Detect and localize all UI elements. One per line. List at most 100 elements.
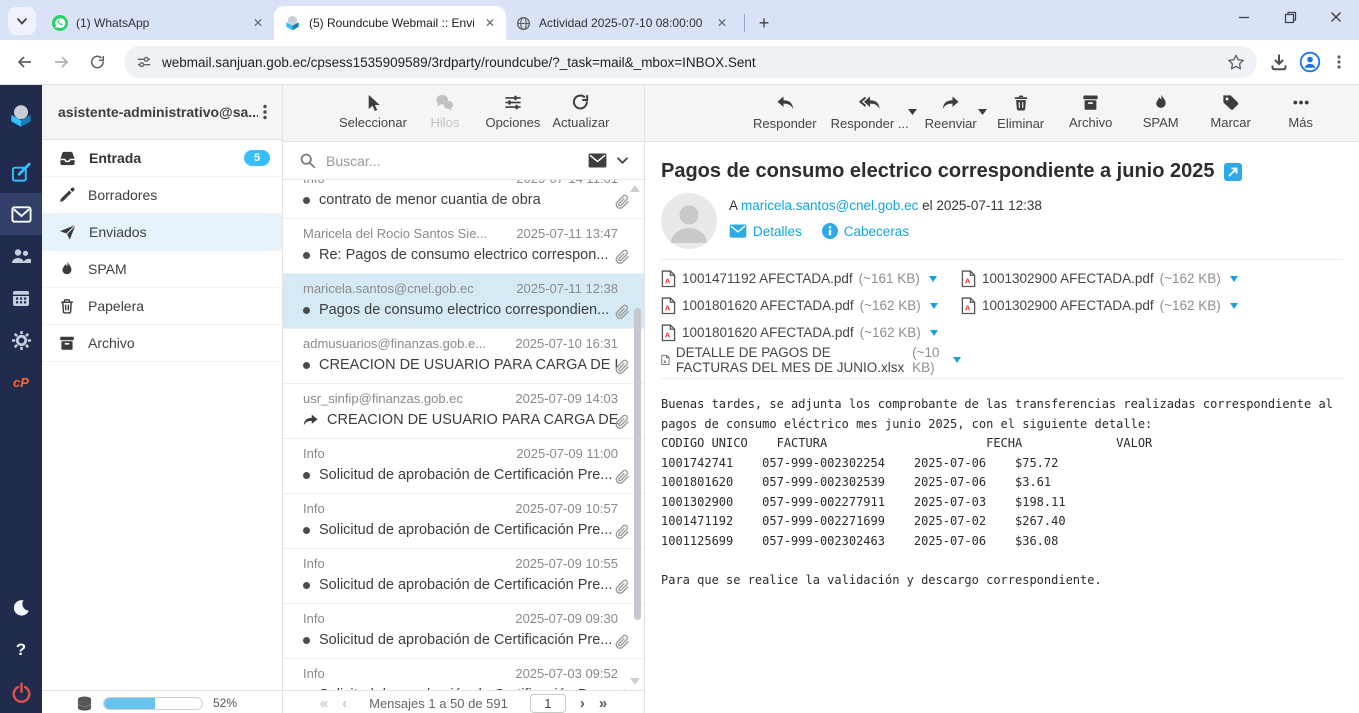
tab-roundcube[interactable]: (5) Roundcube Webmail :: Envia ✕ <box>274 6 506 40</box>
message-row[interactable]: Info 2025-07-09 09:30 Solicitud de aprob… <box>283 604 644 659</box>
compose-button[interactable] <box>0 151 42 193</box>
tab-whatsapp[interactable]: (1) WhatsApp ✕ <box>42 6 274 40</box>
folder-borradores[interactable]: Borradores <box>42 177 282 214</box>
attachment-menu-caret-icon[interactable] <box>930 330 938 336</box>
details-toggle[interactable]: Detalles <box>729 224 802 239</box>
downloads-icon[interactable] <box>1269 52 1289 72</box>
account-menu-icon[interactable] <box>258 104 272 120</box>
attachment-menu-caret-icon[interactable] <box>930 303 938 309</box>
message-row[interactable]: Info 2025-07-09 10:55 Solicitud de aprob… <box>283 549 644 604</box>
tab-actividad[interactable]: Actividad 2025-07-10 08:00:00 ✕ <box>506 6 738 40</box>
forward-menu-caret-icon[interactable] <box>978 109 987 115</box>
folder-archivo[interactable]: Archivo <box>42 325 282 362</box>
message-row[interactable]: maricela.santos@cnel.gob.ec 2025-07-11 1… <box>283 274 644 329</box>
attachment-menu-caret-icon[interactable] <box>953 357 961 363</box>
folder-label: SPAM <box>88 261 270 277</box>
message-row[interactable]: Info 2025-07-03 09:52 Solicitud de aprob… <box>283 659 644 690</box>
attachment-item[interactable]: A x 1001302900 AFECTADA.pdf (~162 KB) <box>961 292 1343 319</box>
attachment-paperclip-icon <box>615 469 630 485</box>
nav-mail[interactable] <box>0 193 42 235</box>
scroll-down-arrow-icon[interactable] <box>630 678 640 685</box>
scroll-up-arrow-icon[interactable] <box>630 185 640 192</box>
profile-avatar-icon[interactable] <box>1299 51 1321 73</box>
next-page-button[interactable]: › <box>580 696 585 711</box>
attachment-name[interactable]: 1001801620 AFECTADA.pdf <box>682 298 854 313</box>
attachment-item[interactable]: A x DETALLE DE PAGOS DE FACTURAS DEL MES… <box>661 346 961 373</box>
first-page-button[interactable]: « <box>320 696 328 711</box>
archive-icon <box>58 334 76 352</box>
attachment-name[interactable]: 1001471192 AFECTADA.pdf <box>682 271 853 286</box>
last-page-button[interactable]: » <box>599 696 607 711</box>
prev-page-button[interactable]: ‹ <box>342 696 347 711</box>
bookmark-star-icon[interactable] <box>1227 53 1245 71</box>
more-button[interactable]: Más <box>1273 93 1329 130</box>
mark-button[interactable]: Marcar <box>1203 93 1259 130</box>
archive-button[interactable]: Archivo <box>1063 93 1119 130</box>
window-close-button[interactable] <box>1313 0 1359 34</box>
attachments-list: A x 1001471192 AFECTADA.pdf (~161 KB) <box>661 259 1343 379</box>
tab-close-icon[interactable]: ✕ <box>482 15 498 31</box>
message-row[interactable]: Info 2025-07-09 11:00 Solicitud de aprob… <box>283 439 644 494</box>
refresh-button[interactable]: Actualizar <box>551 93 611 130</box>
options-button[interactable]: Opciones <box>483 93 543 130</box>
nav-cpanel[interactable]: cP <box>0 361 42 403</box>
nav-settings[interactable] <box>0 319 42 361</box>
folder-label: Archivo <box>88 335 270 351</box>
attachment-name[interactable]: 1001801620 AFECTADA.pdf <box>682 325 854 340</box>
forward-button-mail[interactable]: Reenviar <box>923 93 979 131</box>
list-scrollbar-thumb[interactable] <box>634 308 641 620</box>
threads-button[interactable]: Hilos <box>415 93 475 130</box>
headers-toggle[interactable]: Cabeceras <box>822 223 909 239</box>
tab-close-icon[interactable]: ✕ <box>714 15 730 31</box>
attachment-name[interactable]: DETALLE DE PAGOS DE FACTURAS DEL MES DE … <box>676 345 906 375</box>
reply-button[interactable]: Responder <box>753 93 817 131</box>
nav-calendar[interactable] <box>0 277 42 319</box>
attachment-item[interactable]: A x 1001801620 AFECTADA.pdf (~162 KB) <box>661 319 1343 346</box>
delete-button[interactable]: Eliminar <box>993 93 1049 131</box>
tab-search-button[interactable] <box>8 7 36 35</box>
search-input[interactable] <box>324 152 580 170</box>
help-button[interactable]: ? <box>0 629 42 671</box>
message-row[interactable]: Info 2025-07-14 11:01 contrato de menor … <box>283 180 644 219</box>
attachment-item[interactable]: A x 1001801620 AFECTADA.pdf (~162 KB) <box>661 292 961 319</box>
select-button[interactable]: Seleccionar <box>339 93 407 130</box>
page-number-input[interactable] <box>530 694 566 713</box>
recipient-email-link[interactable]: maricela.santos@cnel.gob.ec <box>741 198 918 213</box>
dark-mode-button[interactable] <box>0 587 42 629</box>
attachment-menu-caret-icon[interactable] <box>1230 276 1238 282</box>
reply-all-menu-caret-icon[interactable] <box>908 109 917 115</box>
message-row[interactable]: admusuarios@finanzas.gob.e... 2025-07-10… <box>283 329 644 384</box>
new-tab-button[interactable]: + <box>751 10 777 36</box>
attachment-item[interactable]: A x 1001302900 AFECTADA.pdf (~162 KB) <box>961 265 1343 292</box>
window-restore-button[interactable] <box>1267 0 1313 34</box>
message-row[interactable]: usr_sinfip@finanzas.gob.ec 2025-07-09 14… <box>283 384 644 439</box>
folder-enviados[interactable]: Enviados <box>42 214 282 251</box>
search-scope-mail-icon[interactable] <box>588 153 607 168</box>
logout-button[interactable] <box>0 671 42 713</box>
browser-menu-icon[interactable] <box>1331 54 1347 70</box>
attachment-name[interactable]: 1001302900 AFECTADA.pdf <box>982 298 1154 313</box>
spam-button[interactable]: SPAM <box>1133 93 1189 130</box>
forward-button[interactable] <box>46 47 76 77</box>
folder-spam[interactable]: SPAM <box>42 251 282 288</box>
folder-papelera[interactable]: Papelera <box>42 288 282 325</box>
reply-all-button[interactable]: Responder ... <box>831 93 909 131</box>
back-button[interactable] <box>10 47 40 77</box>
reload-button[interactable] <box>82 47 112 77</box>
folder-entrada[interactable]: Entrada 5 <box>42 140 282 177</box>
attachment-name[interactable]: 1001302900 AFECTADA.pdf <box>982 271 1154 286</box>
window-minimize-button[interactable] <box>1221 0 1267 34</box>
search-options-chevron-icon[interactable] <box>615 153 630 168</box>
gear-icon <box>11 330 32 351</box>
address-bar[interactable]: webmail.sanjuan.gob.ec/cpsess1535909589/… <box>124 46 1257 78</box>
moon-icon <box>11 598 31 618</box>
message-row[interactable]: Maricela del Rocio Santos Sie... 2025-07… <box>283 219 644 274</box>
browser-actions <box>1269 51 1347 73</box>
open-in-new-window-icon[interactable] <box>1224 163 1242 181</box>
nav-contacts[interactable] <box>0 235 42 277</box>
attachment-item[interactable]: A x 1001471192 AFECTADA.pdf (~161 KB) <box>661 265 961 292</box>
attachment-menu-caret-icon[interactable] <box>1230 303 1238 309</box>
attachment-menu-caret-icon[interactable] <box>929 276 937 282</box>
message-row[interactable]: Info 2025-07-09 10:57 Solicitud de aprob… <box>283 494 644 549</box>
tab-close-icon[interactable]: ✕ <box>250 15 266 31</box>
